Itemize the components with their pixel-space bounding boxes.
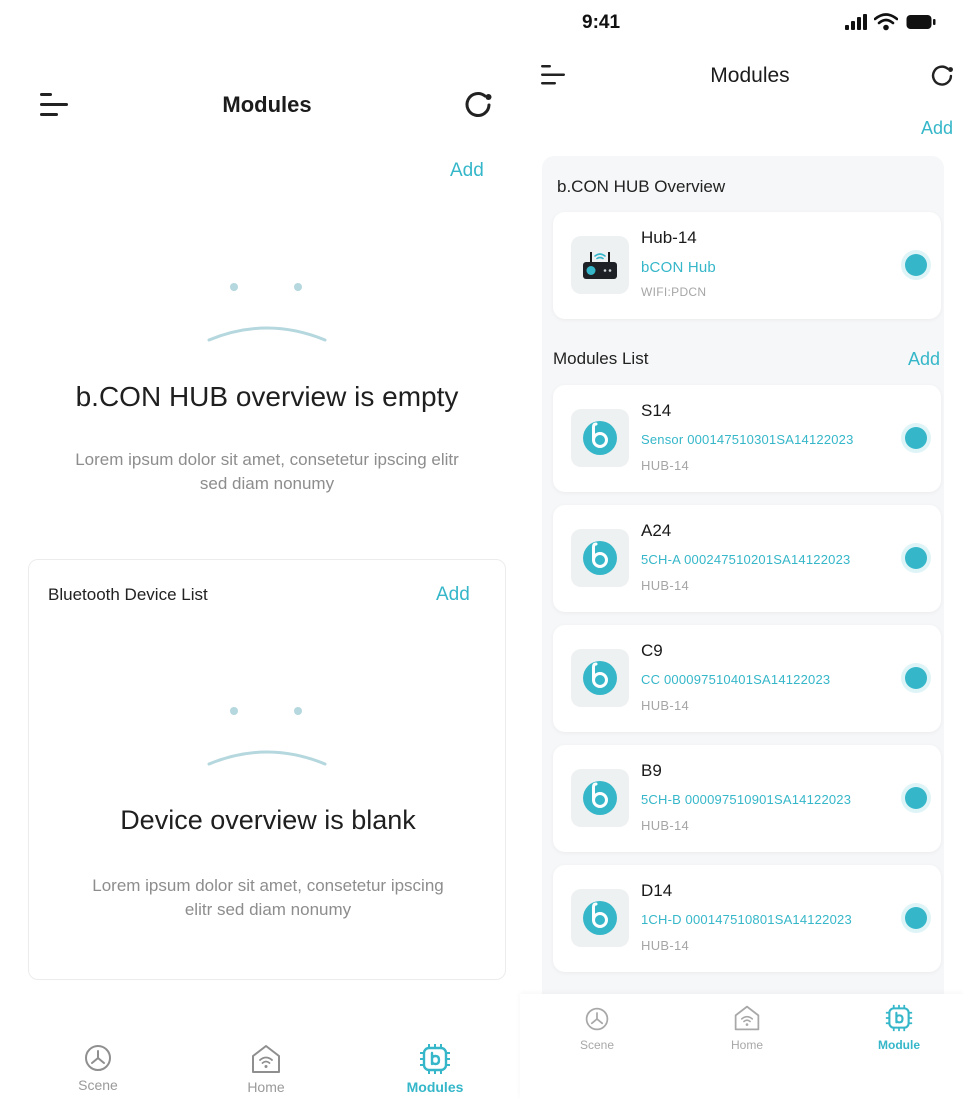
page-title: Modules [222, 92, 312, 117]
module-card[interactable]: S14 Sensor 000147510301SA14122023 HUB-14 [553, 385, 941, 492]
bottom-nav: Scene Home Modules [0, 1035, 520, 1099]
module-hub: HUB-14 [641, 818, 690, 833]
tab-home[interactable]: Home [692, 1004, 802, 1052]
status-time: 9:41 [582, 12, 621, 33]
signal-icon [845, 14, 867, 35]
bluetooth-device-list-label: Bluetooth Device List [48, 585, 208, 604]
battery-icon [906, 14, 936, 35]
hub-device-icon [571, 236, 629, 294]
module-card[interactable]: A24 5CH-A 000247510201SA14122023 HUB-14 [553, 505, 941, 612]
sad-face-icon [207, 702, 327, 773]
module-name: C9 [641, 641, 663, 660]
hub-type: bCON Hub [641, 259, 716, 276]
tab-home-label: Home [247, 1079, 285, 1095]
hub-empty-title: b.CON HUB overview is empty [75, 381, 459, 412]
module-detail: 5CH-B 000097510901SA14122023 [641, 792, 852, 807]
tab-home[interactable]: Home [206, 1043, 326, 1095]
module-icon [571, 409, 629, 467]
module-icon [571, 529, 629, 587]
right-screen: 9:41 Modules Add b.CON HUB Overview Hub-… [520, 0, 964, 1099]
bottom-nav: Scene Home Module [520, 994, 964, 1099]
module-status-dot [905, 427, 927, 449]
home-icon [734, 1005, 760, 1031]
module-name: B9 [641, 761, 662, 780]
module-name: D14 [641, 881, 673, 900]
module-status-dot [905, 787, 927, 809]
module-card[interactable]: B9 5CH-B 000097510901SA14122023 HUB-14 [553, 745, 941, 852]
module-card[interactable]: D14 1CH-D 000147510801SA14122023 HUB-14 [553, 865, 941, 972]
hub-empty-description-line1: Lorem ipsum dolor sit amet, consetetur i… [75, 450, 459, 469]
module-hub: HUB-14 [641, 938, 690, 953]
tab-modules-label: Modules [406, 1079, 464, 1095]
bluetooth-device-card: Bluetooth Device List Add Device overvie… [28, 559, 506, 980]
add-bluetooth-link[interactable]: Add [436, 584, 470, 606]
add-module-link[interactable]: Add [908, 349, 940, 370]
hub-card[interactable]: Hub-14 bCON Hub WIFI:PDCN [553, 212, 941, 319]
modules-list-label: Modules List [553, 349, 649, 368]
module-hub: HUB-14 [641, 578, 690, 593]
module-detail: 1CH-D 000147510801SA14122023 [641, 912, 852, 927]
module-icon [571, 769, 629, 827]
hub-overview-label: b.CON HUB Overview [557, 177, 726, 196]
tab-scene[interactable]: Scene [542, 1006, 652, 1052]
left-screen: Modules Add b.CON HUB overview is empty … [0, 0, 520, 1099]
scene-icon [85, 1045, 111, 1071]
hub-empty-description-line2: sed diam nonumy [199, 474, 335, 493]
module-card[interactable]: C9 CC 000097510401SA14122023 HUB-14 [553, 625, 941, 732]
module-detail: 5CH-A 000247510201SA14122023 [641, 552, 851, 567]
hub-status-dot [905, 254, 927, 276]
module-hub: HUB-14 [641, 458, 690, 473]
refresh-icon[interactable] [929, 63, 955, 94]
wifi-icon [873, 13, 899, 36]
module-name: S14 [641, 401, 672, 420]
add-hub-link[interactable]: Add [921, 118, 953, 139]
module-icon [885, 1004, 913, 1032]
module-name: A24 [641, 521, 672, 540]
module-status-dot [905, 547, 927, 569]
module-icon [420, 1044, 450, 1074]
device-empty-title: Device overview is blank [120, 805, 416, 835]
module-hub: HUB-14 [641, 698, 690, 713]
hub-empty-description: Lorem ipsum dolor sit amet, consetetur i… [0, 448, 534, 496]
module-icon [571, 649, 629, 707]
tab-modules[interactable]: Modules [375, 1043, 495, 1095]
hub-name: Hub-14 [641, 228, 697, 247]
module-status-dot [905, 907, 927, 929]
device-empty-description-line1: Lorem ipsum dolor sit amet, consetetur i… [92, 876, 444, 895]
tab-module[interactable]: Module [844, 1004, 954, 1052]
tab-module-label: Module [878, 1038, 920, 1052]
tab-home-label: Home [730, 1038, 763, 1052]
hub-network: WIFI:PDCN [641, 285, 707, 299]
module-icon [571, 889, 629, 947]
page-title: Modules [710, 64, 790, 87]
module-status-dot [905, 667, 927, 689]
tab-scene[interactable]: Scene [38, 1043, 158, 1093]
add-hub-link[interactable]: Add [450, 160, 484, 182]
module-detail: Sensor 000147510301SA14122023 [641, 432, 854, 447]
module-detail: CC 000097510401SA14122023 [641, 672, 831, 687]
tab-scene-label: Scene [579, 1038, 615, 1052]
device-empty-description-line2: elitr sed diam nonumy [184, 900, 352, 919]
tab-scene-label: Scene [78, 1077, 118, 1093]
refresh-icon[interactable] [462, 89, 494, 121]
home-icon [252, 1045, 280, 1073]
sad-face-icon [207, 278, 327, 349]
scene-icon [585, 1007, 609, 1031]
device-empty-description: Lorem ipsum dolor sit amet, consetetur i… [29, 874, 507, 922]
